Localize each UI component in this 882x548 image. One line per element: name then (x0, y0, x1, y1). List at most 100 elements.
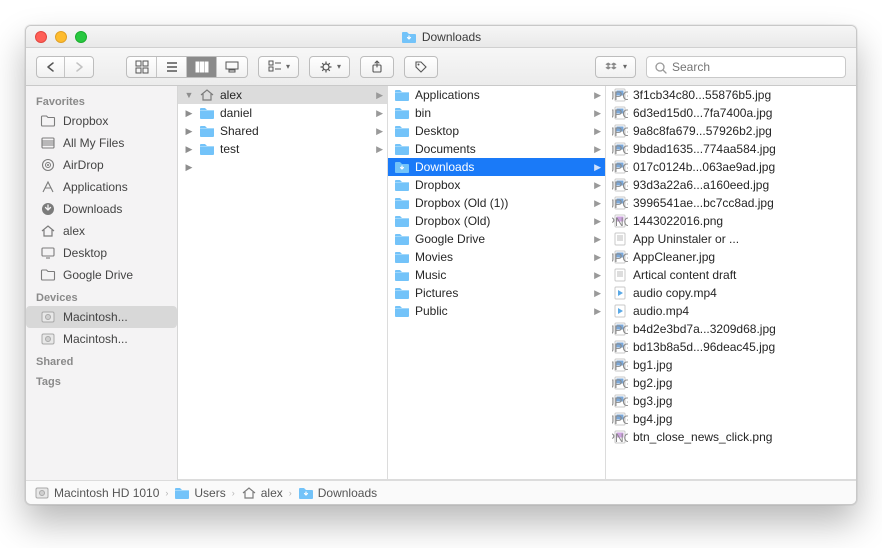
sidebar-item[interactable]: Macintosh... (26, 306, 177, 328)
file-label: Downloads (415, 160, 586, 174)
sidebar-item[interactable]: Macintosh... (26, 328, 177, 350)
breadcrumb-item[interactable]: Macintosh HD 1010 (34, 485, 159, 501)
file-row[interactable]: AppCleaner.jpg (606, 248, 856, 266)
file-row[interactable]: 93d3a22a6...a160eed.jpg (606, 176, 856, 194)
file-row[interactable]: bg2.jpg (606, 374, 856, 392)
file-row[interactable]: b4d2e3bd7a...3209d68.jpg (606, 320, 856, 338)
file-row[interactable]: Documents▶ (388, 140, 605, 158)
file-row[interactable]: Google Drive▶ (388, 230, 605, 248)
jpg-icon (612, 159, 628, 175)
sidebar-item[interactable]: All My Files (26, 132, 177, 154)
sidebar-item[interactable]: alex (26, 220, 177, 242)
folder-icon (394, 195, 410, 211)
file-row[interactable]: 1443022016.png (606, 212, 856, 230)
file-row[interactable]: Desktop▶ (388, 122, 605, 140)
sidebar-item[interactable]: AirDrop (26, 154, 177, 176)
file-row[interactable]: ▼alex▶ (178, 86, 387, 104)
tags-button[interactable] (404, 56, 438, 78)
breadcrumb-item[interactable]: Users (174, 485, 225, 501)
file-label: Artical content draft (633, 268, 852, 282)
file-row[interactable]: btn_close_news_click.png (606, 428, 856, 446)
file-row[interactable]: Applications▶ (388, 86, 605, 104)
file-row[interactable]: bg4.jpg (606, 410, 856, 428)
file-row[interactable]: Dropbox (Old (1))▶ (388, 194, 605, 212)
column: Applications▶bin▶Desktop▶Documents▶Downl… (388, 86, 606, 479)
column-view-button[interactable] (187, 57, 217, 77)
sidebar-item[interactable]: Applications (26, 176, 177, 198)
folder-icon (40, 267, 56, 283)
file-label: 3f1cb34c80...55876b5.jpg (633, 88, 852, 102)
home-icon (241, 485, 257, 501)
disclosure-triangle[interactable]: ▶ (184, 108, 194, 119)
file-row[interactable]: App Uninstaler or ... (606, 230, 856, 248)
file-row[interactable]: audio.mp4 (606, 302, 856, 320)
disclosure-triangle[interactable]: ▼ (184, 90, 194, 100)
file-row[interactable]: 9bdad1635...774aa584.jpg (606, 140, 856, 158)
file-row[interactable]: 3f1cb34c80...55876b5.jpg (606, 86, 856, 104)
sidebar-section-header: Shared (26, 350, 177, 370)
share-button[interactable] (360, 56, 394, 78)
sidebar-item[interactable]: Downloads (26, 198, 177, 220)
file-row[interactable]: Pictures▶ (388, 284, 605, 302)
chevron-right-icon: ▶ (591, 270, 601, 281)
window-controls (35, 31, 87, 43)
file-row[interactable]: audio copy.mp4 (606, 284, 856, 302)
file-row[interactable]: bd13b8a5d...96deac45.jpg (606, 338, 856, 356)
chevron-right-icon: ▶ (591, 288, 601, 299)
file-row[interactable]: Dropbox▶ (388, 176, 605, 194)
chevron-right-icon: ▶ (591, 234, 601, 245)
back-button[interactable] (37, 57, 65, 77)
file-row[interactable]: 017c0124b...063ae9ad.jpg (606, 158, 856, 176)
dropbox-button[interactable]: ▾ (595, 56, 636, 78)
file-row[interactable]: bin▶ (388, 104, 605, 122)
file-row[interactable]: ▶daniel▶ (178, 104, 387, 122)
disclosure-triangle[interactable]: ▶ (184, 144, 194, 155)
file-row[interactable]: Downloads▶ (388, 158, 605, 176)
minimize-button[interactable] (55, 31, 67, 43)
forward-button[interactable] (65, 57, 93, 77)
folder-icon (199, 105, 215, 121)
search-field[interactable] (646, 56, 846, 78)
file-row[interactable]: 3996541ae...bc7cc8ad.jpg (606, 194, 856, 212)
file-label: bg2.jpg (633, 376, 852, 390)
sidebar-item[interactable]: Dropbox (26, 110, 177, 132)
file-row[interactable]: Artical content draft (606, 266, 856, 284)
file-label: 9bdad1635...774aa584.jpg (633, 142, 852, 156)
file-row[interactable]: 6d3ed15d0...7fa7400a.jpg (606, 104, 856, 122)
folder-icon (394, 177, 410, 193)
file-row[interactable]: 9a8c8fa679...57926b2.jpg (606, 122, 856, 140)
breadcrumb-item[interactable]: alex (241, 485, 283, 501)
coverflow-view-button[interactable] (217, 57, 247, 77)
titlebar[interactable]: Downloads (26, 26, 856, 48)
mp4-icon (612, 303, 628, 319)
breadcrumb-item[interactable]: Downloads (298, 485, 377, 501)
file-row[interactable]: bg3.jpg (606, 392, 856, 410)
arrange-button[interactable]: ▾ (258, 56, 299, 78)
chevron-right-icon: ▶ (591, 126, 601, 137)
close-button[interactable] (35, 31, 47, 43)
list-view-button[interactable] (157, 57, 187, 77)
file-row[interactable]: Dropbox (Old)▶ (388, 212, 605, 230)
action-button[interactable]: ▾ (309, 56, 350, 78)
chevron-right-icon: ▶ (591, 108, 601, 119)
search-input[interactable] (672, 60, 839, 74)
folder-icon (174, 485, 190, 501)
file-label: Applications (415, 88, 586, 102)
disclosure-triangle[interactable]: ▶ (184, 126, 194, 137)
icon-view-button[interactable] (127, 57, 157, 77)
file-row[interactable]: Public▶ (388, 302, 605, 320)
search-icon (653, 60, 667, 74)
file-row[interactable]: bg1.jpg (606, 356, 856, 374)
sidebar-item[interactable]: Desktop (26, 242, 177, 264)
file-row[interactable]: Music▶ (388, 266, 605, 284)
zoom-button[interactable] (75, 31, 87, 43)
sidebar-item[interactable]: Google Drive (26, 264, 177, 286)
home-icon (199, 87, 215, 103)
folder-dl-icon (394, 159, 410, 175)
file-row[interactable]: Movies▶ (388, 248, 605, 266)
folder-icon (394, 87, 410, 103)
disk-icon (40, 331, 56, 347)
file-row[interactable]: ▶Shared▶ (178, 122, 387, 140)
file-row[interactable]: ▶test▶ (178, 140, 387, 158)
sidebar-section-header: Devices (26, 286, 177, 306)
